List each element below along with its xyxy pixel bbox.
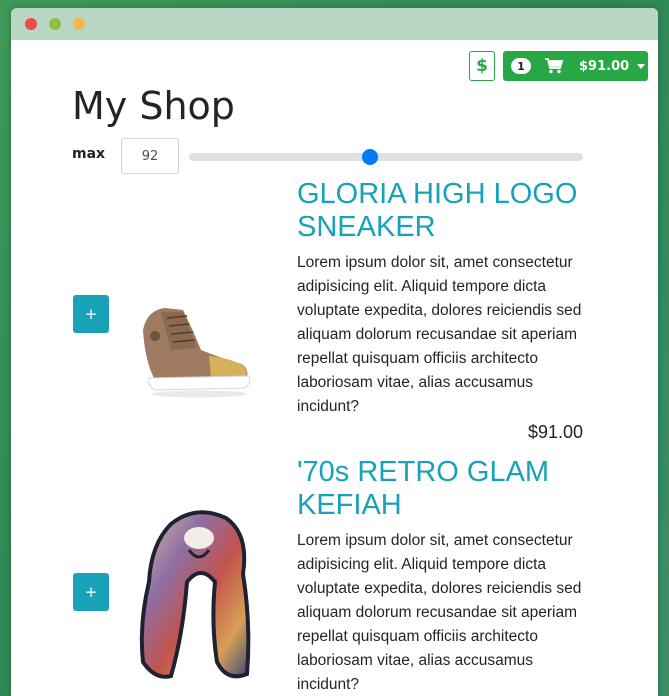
page-content: $ 1 $91.00 My Shop max 92 + GLORIA HIGH … bbox=[11, 40, 658, 696]
slider-thumb[interactable] bbox=[362, 149, 379, 165]
cart-dropdown-button[interactable]: 1 $91.00 bbox=[503, 51, 648, 81]
max-price-slider[interactable] bbox=[189, 149, 583, 165]
currency-button[interactable]: $ bbox=[469, 51, 495, 81]
window-titlebar bbox=[11, 8, 658, 40]
product-description: Lorem ipsum dolor sit, amet consectetur … bbox=[297, 532, 582, 693]
max-label: max bbox=[72, 146, 106, 162]
product-title[interactable]: GLORIA HIGH LOGO SNEAKER bbox=[297, 178, 597, 244]
browser-window: $ 1 $91.00 My Shop max 92 + GLORIA HIGH … bbox=[11, 8, 658, 696]
chevron-down-icon bbox=[637, 63, 646, 69]
maximize-window-button[interactable] bbox=[73, 18, 85, 30]
add-to-cart-button[interactable]: + bbox=[73, 295, 109, 333]
max-price-input[interactable]: 92 bbox=[121, 138, 179, 174]
close-window-button[interactable] bbox=[25, 18, 37, 30]
cart-total: $91.00 bbox=[579, 58, 630, 74]
product-title[interactable]: '70s RETRO GLAM KEFIAH bbox=[297, 456, 597, 522]
page-title: My Shop bbox=[72, 84, 235, 128]
shopping-cart-icon bbox=[545, 58, 563, 74]
minimize-window-button[interactable] bbox=[49, 18, 61, 30]
product-description: Lorem ipsum dolor sit, amet consectetur … bbox=[297, 254, 582, 415]
product-price: $91.00 bbox=[527, 422, 583, 442]
scarf-image bbox=[139, 510, 251, 679]
cart-count-badge: 1 bbox=[511, 58, 531, 74]
add-to-cart-button[interactable]: + bbox=[73, 573, 109, 611]
sneaker-image bbox=[143, 308, 250, 398]
dollar-icon: $ bbox=[476, 56, 488, 76]
